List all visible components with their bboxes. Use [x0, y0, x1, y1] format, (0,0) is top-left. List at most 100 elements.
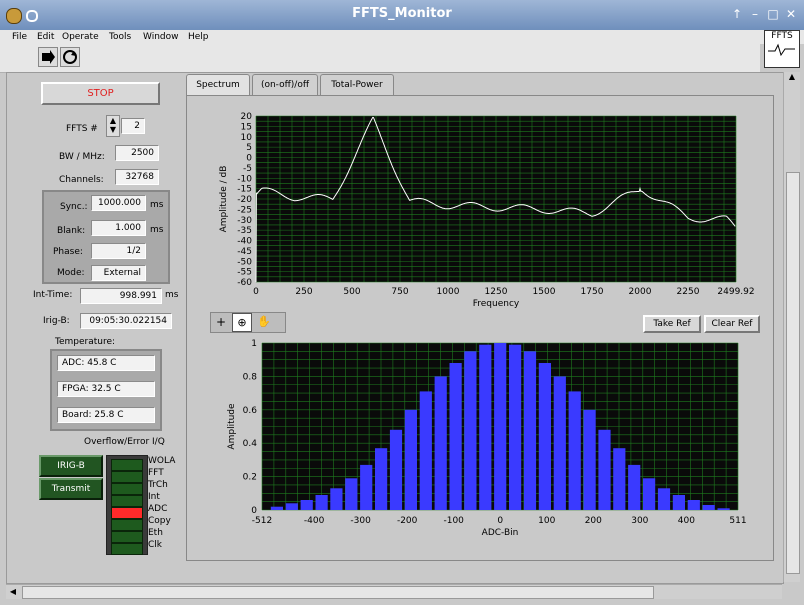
led-wola: [111, 459, 143, 471]
ffts-badge-label: FFTS: [771, 31, 793, 41]
y-axis-label: Amplitude: [227, 403, 237, 450]
menu-bar: File Edit Operate Tools Window Help: [0, 30, 804, 44]
x-tick-label: -512: [252, 516, 272, 526]
y-tick-label: 0: [251, 506, 257, 516]
histogram-bar: [553, 376, 566, 510]
histogram-bar: [672, 495, 685, 510]
y-tick-label: 0.2: [243, 473, 257, 483]
x-tick-label: 511: [729, 516, 746, 526]
histogram-bar: [717, 508, 730, 510]
scroll-left-arrow-icon[interactable]: ◀: [6, 585, 20, 599]
histogram-bar: [613, 448, 626, 510]
led-label-eth: Eth: [148, 528, 163, 538]
y-tick-label: 0.6: [243, 406, 258, 416]
maximize-icon[interactable]: □: [766, 7, 780, 21]
run-continuously-icon[interactable]: [60, 47, 80, 67]
y-tick-label: 0: [246, 154, 252, 164]
mode-field[interactable]: External: [91, 265, 146, 281]
spectrum-chart[interactable]: 0 250 500 750 1000 1250 1500 1750 2000 2250 2499.9…: [196, 104, 760, 310]
histogram-bar: [330, 488, 343, 510]
zoom-tool-icon[interactable]: ⊕: [232, 313, 252, 332]
horizontal-scroll-thumb[interactable]: [22, 586, 654, 599]
y-tick-label: 0.4: [243, 439, 258, 449]
x-axis-label: ADC-Bin: [482, 528, 519, 538]
menu-tools[interactable]: Tools: [109, 30, 131, 44]
histogram-bar: [270, 506, 283, 510]
keep-above-icon[interactable]: ↑: [730, 7, 744, 21]
x-tick-label: -100: [443, 516, 464, 526]
pan-hand-icon[interactable]: ✋: [255, 314, 273, 330]
histogram-bar: [538, 363, 551, 510]
vertical-scrollbar[interactable]: ▲: [783, 72, 800, 582]
stop-button[interactable]: STOP: [41, 82, 160, 105]
tab-on-off[interactable]: (on-off)/off: [252, 74, 318, 95]
adc-temp: ADC: 45.8 C: [57, 355, 155, 371]
y-tick-label: -45: [237, 247, 252, 257]
irigb-button[interactable]: IRIG-B: [39, 455, 103, 477]
menu-operate[interactable]: Operate: [62, 30, 99, 44]
histogram-bar: [315, 495, 328, 510]
inttime-label: Int-Time:: [33, 290, 73, 300]
histogram-bar: [389, 429, 403, 510]
clear-ref-button[interactable]: Clear Ref: [704, 315, 760, 333]
vertical-scroll-thumb[interactable]: [786, 172, 800, 574]
y-tick-label: -55: [237, 268, 252, 278]
adc-histogram-chart[interactable]: -512 -400 -300 -200 -100 0 100 200 300 400 511 1 0.8…: [196, 335, 760, 549]
transmit-button[interactable]: Transmit: [39, 478, 103, 500]
channels-field[interactable]: 32768: [115, 169, 159, 185]
menu-help[interactable]: Help: [188, 30, 209, 44]
inttime-field[interactable]: 998.991: [80, 288, 162, 304]
menu-file[interactable]: File: [12, 30, 27, 44]
overflow-led-panel: [106, 455, 148, 555]
phase-field[interactable]: 1/2: [91, 243, 146, 259]
close-icon[interactable]: ✕: [784, 7, 798, 21]
led-label-int: Int: [148, 492, 160, 502]
menu-window[interactable]: Window: [143, 30, 179, 44]
histogram-bar: [509, 344, 522, 510]
sync-unit: ms: [150, 200, 164, 210]
sync-field[interactable]: 1000.000: [91, 195, 146, 211]
blank-field[interactable]: 1.000: [91, 220, 146, 236]
channels-label: Channels:: [59, 175, 104, 185]
histogram-bar: [523, 351, 537, 510]
histogram-bar: [494, 343, 507, 510]
histogram-bar: [419, 391, 432, 510]
x-tick-label: 250: [295, 287, 312, 297]
x-tick-label: 2499.92: [717, 287, 754, 297]
led-label-clk: Clk: [148, 540, 162, 550]
bw-label: BW / MHz:: [59, 152, 105, 162]
histogram-bar: [568, 391, 581, 510]
mode-label: Mode:: [57, 268, 85, 278]
x-tick-label: -200: [397, 516, 418, 526]
y-tick-label: -30: [237, 216, 252, 226]
histogram-bar: [702, 505, 715, 510]
horizontal-scrollbar[interactable]: ◀: [6, 584, 782, 599]
ffts-num-stepper[interactable]: ▲ ▼: [106, 115, 120, 137]
minimize-icon[interactable]: –: [748, 7, 762, 21]
x-tick-label: -300: [350, 516, 371, 526]
run-arrow-icon[interactable]: [38, 47, 58, 67]
histogram-bar: [464, 351, 477, 510]
tab-spectrum[interactable]: Spectrum: [186, 74, 250, 97]
led-label-copy: Copy: [148, 516, 171, 526]
tab-total-power[interactable]: Total-Power: [320, 74, 394, 95]
ffts-num-field[interactable]: 2: [121, 118, 145, 134]
take-ref-button[interactable]: Take Ref: [643, 315, 701, 333]
scroll-up-arrow-icon[interactable]: ▲: [784, 72, 800, 86]
phase-label: Phase:: [53, 247, 83, 257]
led-int: [111, 495, 143, 507]
histogram-bar: [657, 488, 671, 510]
menu-edit[interactable]: Edit: [37, 30, 54, 44]
irigb-label: Irig-B:: [43, 316, 70, 326]
ffts-badge: FFTS: [764, 30, 800, 68]
cursor-tool-icon[interactable]: +: [212, 314, 230, 330]
led-fft: [111, 471, 143, 483]
histogram-bar: [285, 503, 298, 510]
histogram-bar: [404, 409, 417, 510]
irigb-field[interactable]: 09:05:30.022154: [80, 313, 172, 329]
x-tick-label: 500: [343, 287, 360, 297]
bw-field[interactable]: 2500: [115, 145, 159, 161]
led-label-adc: ADC: [148, 504, 168, 514]
led-copy: [111, 519, 143, 531]
led-clk: [111, 543, 143, 555]
